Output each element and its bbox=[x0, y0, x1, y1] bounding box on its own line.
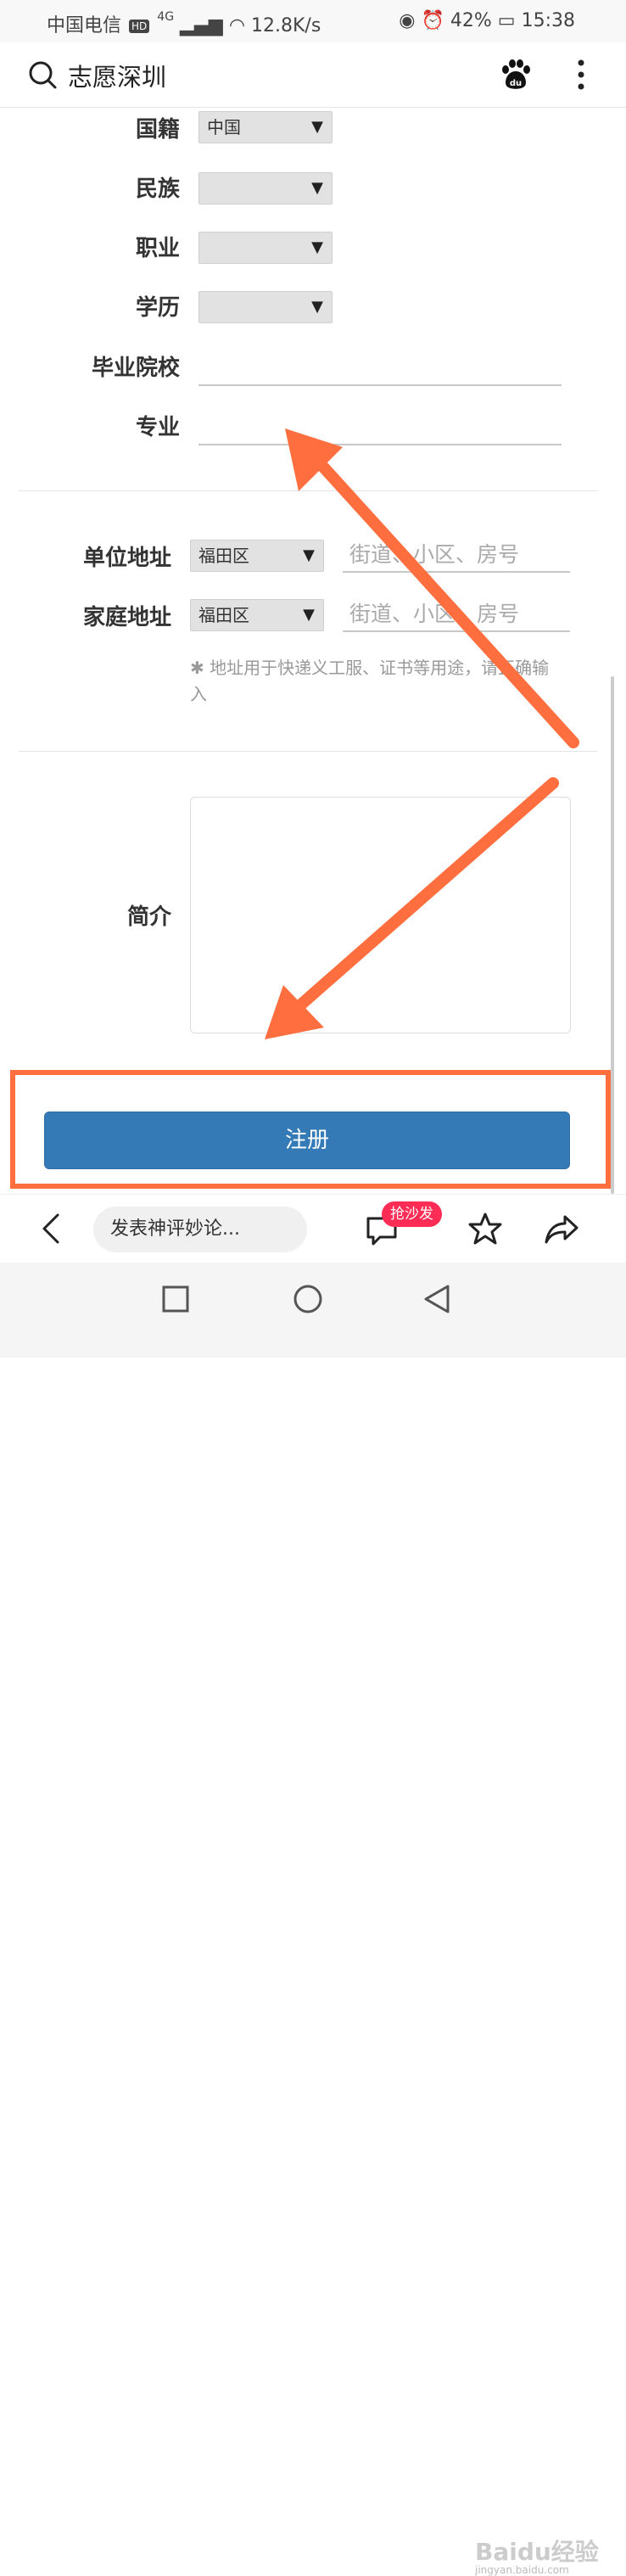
battery-icon: ▭ bbox=[497, 10, 516, 31]
status-left: 中国电信 HD 4G ▂▄▆ ◠ 12.8K/s bbox=[47, 10, 321, 37]
address-note-text: 地址用于快递义工服、证书等用途，请正确输入 bbox=[190, 658, 550, 704]
baidu-paw-icon[interactable]: du bbox=[499, 58, 533, 92]
baidu-watermark: Baidu经验 jingyan.baidu.com bbox=[475, 2534, 599, 2576]
search-icon[interactable] bbox=[27, 59, 58, 90]
carrier-name: 中国电信 bbox=[47, 15, 122, 36]
major-input[interactable] bbox=[198, 412, 562, 445]
dropdown-arrow-icon: ▼ bbox=[303, 546, 315, 564]
education-select[interactable]: ▼ bbox=[198, 291, 333, 323]
work-district-value: 福田区 bbox=[198, 546, 249, 566]
hd-badge: HD bbox=[129, 20, 150, 33]
nationality-select[interactable]: 中国 ▼ bbox=[198, 111, 333, 143]
browser-bottom-bar: 发表神评妙论... 抢沙发 bbox=[0, 1194, 626, 1263]
dropdown-arrow-icon: ▼ bbox=[311, 238, 323, 256]
registration-form: 国籍 中国 ▼ 民族 ▼ 职业 ▼ 学历 ▼ 毕业院校 专业 单位地址 福田区 … bbox=[0, 108, 626, 1211]
system-nav-bar: Baidu经验 jingyan.baidu.com bbox=[0, 1263, 626, 2576]
page-title: 志愿深圳 bbox=[68, 63, 167, 92]
address-note: ✱ 地址用于快递义工服、证书等用途，请正确输入 bbox=[190, 655, 563, 708]
back-arrow-icon[interactable] bbox=[34, 1210, 68, 1247]
comment-badge: 抢沙发 bbox=[382, 1201, 442, 1227]
battery-percent: 42% bbox=[450, 10, 492, 31]
school-label: 毕业院校 bbox=[91, 356, 180, 381]
svg-text:du: du bbox=[510, 79, 522, 88]
nationality-value: 中国 bbox=[207, 117, 241, 137]
back-triangle-icon[interactable] bbox=[422, 1283, 451, 1315]
star-icon[interactable] bbox=[468, 1212, 502, 1246]
watermark-url: jingyan.baidu.com bbox=[475, 2564, 569, 2576]
eye-icon: ◉ bbox=[399, 10, 416, 31]
clock-time: 15:38 bbox=[521, 10, 575, 31]
asterisk-icon: ✱ bbox=[190, 658, 204, 678]
bio-label: 简介 bbox=[126, 904, 171, 930]
more-options-icon[interactable] bbox=[575, 58, 587, 92]
ethnicity-label: 民族 bbox=[135, 176, 180, 202]
work-address-label: 单位地址 bbox=[82, 546, 171, 571]
work-district-select[interactable]: 福田区 ▼ bbox=[190, 540, 324, 572]
scrollbar[interactable] bbox=[611, 676, 614, 1194]
section-divider bbox=[19, 751, 597, 752]
network-speed: 12.8K/s bbox=[251, 15, 321, 36]
signal-icon: ▂▄▆ bbox=[180, 15, 223, 36]
dropdown-arrow-icon: ▼ bbox=[311, 298, 323, 316]
home-circle-icon[interactable] bbox=[292, 1283, 324, 1315]
wifi-icon: ◠ bbox=[228, 15, 246, 36]
section-divider bbox=[19, 490, 597, 491]
network-type: 4G bbox=[157, 10, 175, 24]
major-label: 专业 bbox=[135, 415, 180, 440]
work-street-input[interactable]: 街道、小区、房号 bbox=[343, 539, 570, 573]
watermark-brand: Baidu经验 bbox=[475, 2538, 599, 2566]
bio-textarea[interactable] bbox=[190, 797, 571, 1033]
home-address-label: 家庭地址 bbox=[82, 605, 171, 630]
register-button[interactable]: 注册 bbox=[44, 1112, 570, 1169]
share-icon[interactable] bbox=[543, 1212, 580, 1246]
dropdown-arrow-icon: ▼ bbox=[311, 179, 323, 197]
dropdown-arrow-icon: ▼ bbox=[311, 118, 323, 136]
alarm-icon: ⏰ bbox=[421, 10, 444, 31]
home-district-value: 福田区 bbox=[198, 605, 249, 625]
status-bar: 中国电信 HD 4G ▂▄▆ ◠ 12.8K/s ◉ ⏰ 42% ▭ 15:38 bbox=[0, 0, 626, 42]
status-right: ◉ ⏰ 42% ▭ 15:38 bbox=[399, 10, 575, 31]
top-bar: 志愿深圳 du bbox=[0, 42, 626, 108]
comment-input[interactable]: 发表神评妙论... bbox=[93, 1207, 307, 1252]
home-street-input[interactable]: 街道、小区、房号 bbox=[343, 598, 570, 632]
school-input[interactable] bbox=[198, 352, 562, 386]
nationality-label: 国籍 bbox=[135, 117, 180, 143]
recent-apps-icon[interactable] bbox=[161, 1285, 190, 1313]
dropdown-arrow-icon: ▼ bbox=[303, 606, 315, 624]
occupation-select[interactable]: ▼ bbox=[198, 232, 333, 264]
ethnicity-select[interactable]: ▼ bbox=[198, 172, 333, 204]
occupation-label: 职业 bbox=[135, 236, 180, 261]
home-district-select[interactable]: 福田区 ▼ bbox=[190, 599, 324, 631]
education-label: 学历 bbox=[135, 295, 180, 321]
